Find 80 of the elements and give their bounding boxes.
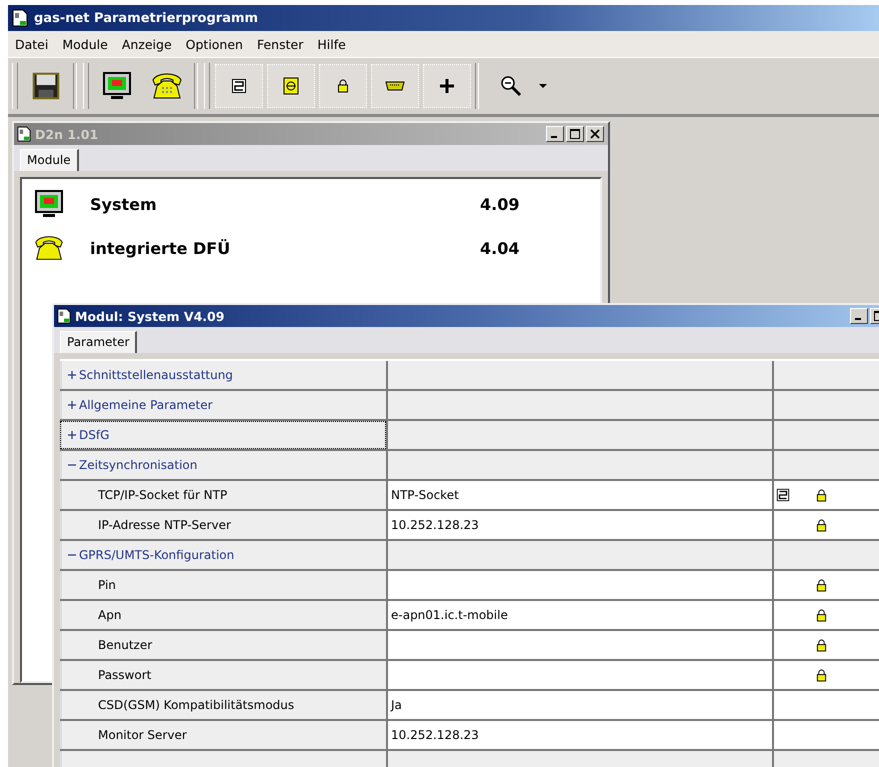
parameter-label-cell[interactable]: GPRS/UMTS-Konfiguration [60, 541, 386, 569]
parameter-label: DSfG [79, 428, 110, 442]
parameter-value: Ja [391, 698, 402, 712]
parameter-label-cell[interactable]: DSfG [60, 421, 386, 449]
parameter-label: Monitor Server [98, 728, 187, 742]
parameter-label-cell[interactable]: Apn [60, 601, 386, 629]
expand-icon[interactable] [68, 401, 76, 409]
lock-icon [816, 608, 827, 622]
lock-icon[interactable] [319, 64, 367, 108]
parameter-label: Pin [98, 578, 116, 592]
parameter-value-cell[interactable] [388, 661, 772, 689]
parameter-label-cell[interactable]: Allgemeine Parameter [60, 391, 386, 419]
expand-icon[interactable] [68, 371, 76, 379]
module-name[interactable]: System [90, 194, 480, 214]
minimize-button[interactable] [546, 126, 564, 142]
parameter-label-cell[interactable]: Pin [60, 571, 386, 599]
lock-icon [816, 488, 827, 502]
plus-icon[interactable] [423, 64, 471, 108]
parameter-label-cell[interactable]: Zeitsynchronisation [60, 451, 386, 479]
parameter-value: 10.252.128.23 [391, 518, 479, 532]
meter-icon[interactable] [267, 64, 315, 108]
parameter-value-cell[interactable]: NTP-Socket [388, 481, 772, 509]
document-icon [12, 9, 28, 27]
parameter-value-cell[interactable]: 10.252.128.23 [388, 511, 772, 539]
module-version: 4.04 [480, 238, 520, 258]
minimize-icon [855, 318, 861, 320]
parameter-value-cell[interactable]: e-apn01.ic.t-mobile [388, 601, 772, 629]
parameter-value-cell[interactable] [388, 631, 772, 659]
parameter-label: Zeitsynchronisation [79, 458, 198, 472]
window-title: gas-net Parametrierprogramm [34, 10, 258, 26]
minimize-icon [551, 136, 557, 138]
tab[interactable]: Module [20, 149, 79, 171]
menu-item[interactable]: Fenster [256, 36, 304, 52]
window-title: Modul: System V4.09 [75, 308, 224, 324]
close-button[interactable] [586, 126, 604, 142]
menu-item[interactable]: Hilfe [316, 36, 347, 52]
parameter-value: NTP-Socket [391, 488, 459, 502]
link-icon[interactable] [215, 64, 263, 108]
parameter-label-cell[interactable]: Passwort [60, 661, 386, 689]
lock-icon [816, 518, 827, 532]
parameter-label-cell[interactable]: Schnittstellenausstattung [60, 361, 386, 389]
parameter-label-cell[interactable]: TCP/IP-Socket für NTP [60, 481, 386, 509]
parameter-label: Passwort [98, 668, 152, 682]
parameter-value-cell[interactable] [388, 571, 772, 599]
parameter-label-cell[interactable]: CSD(GSM) Kompatibilitätsmodus [60, 691, 386, 719]
parameter-label-cell[interactable]: Benutzer [60, 631, 386, 659]
parameter-value: 10.252.128.23 [391, 728, 479, 742]
maximize-icon [570, 129, 580, 139]
parameter-label-cell[interactable]: IP-Adresse NTP-Server [60, 511, 386, 539]
minimize-button[interactable] [850, 308, 868, 324]
document-icon [57, 308, 71, 324]
monitor-icon [32, 188, 66, 220]
connector-icon[interactable] [371, 64, 419, 108]
module-name[interactable]: integrierte DFÜ [90, 238, 480, 258]
parameter-label: CSD(GSM) Kompatibilitätsmodus [98, 698, 294, 712]
menu-item[interactable]: Optionen [184, 36, 244, 52]
parameter-label: Benutzer [98, 638, 152, 652]
parameter-label-cell[interactable]: Monitor Server [60, 721, 386, 749]
parameter-value: e-apn01.ic.t-mobile [391, 608, 508, 622]
parameter-label: GPRS/UMTS-Konfiguration [79, 548, 234, 562]
document-icon [17, 126, 31, 142]
dropdown-caret-icon[interactable] [539, 84, 547, 88]
module-version: 4.09 [480, 194, 520, 214]
maximize-button[interactable] [566, 126, 584, 142]
lock-icon [816, 638, 827, 652]
parameter-value-cell[interactable]: 10.252.128.23 [388, 721, 772, 749]
menu-item[interactable]: Datei [14, 36, 50, 52]
menu-item[interactable]: Module [61, 36, 109, 52]
parameter-label: Allgemeine Parameter [79, 398, 213, 412]
tab[interactable]: Parameter [60, 331, 138, 353]
parameter-label: Apn [98, 608, 122, 622]
expand-icon[interactable] [68, 431, 76, 439]
parameter-label: TCP/IP-Socket für NTP [98, 488, 228, 502]
parameter-label: IP-Adresse NTP-Server [98, 518, 231, 532]
parameter-value-cell[interactable]: Ja [388, 691, 772, 719]
lock-icon [816, 578, 827, 592]
window-title: D2n 1.01 [35, 126, 98, 142]
lock-icon [816, 668, 827, 682]
menu-item[interactable]: Anzeige [120, 36, 173, 52]
parameter-label: Schnittstellenausstattung [79, 368, 233, 382]
